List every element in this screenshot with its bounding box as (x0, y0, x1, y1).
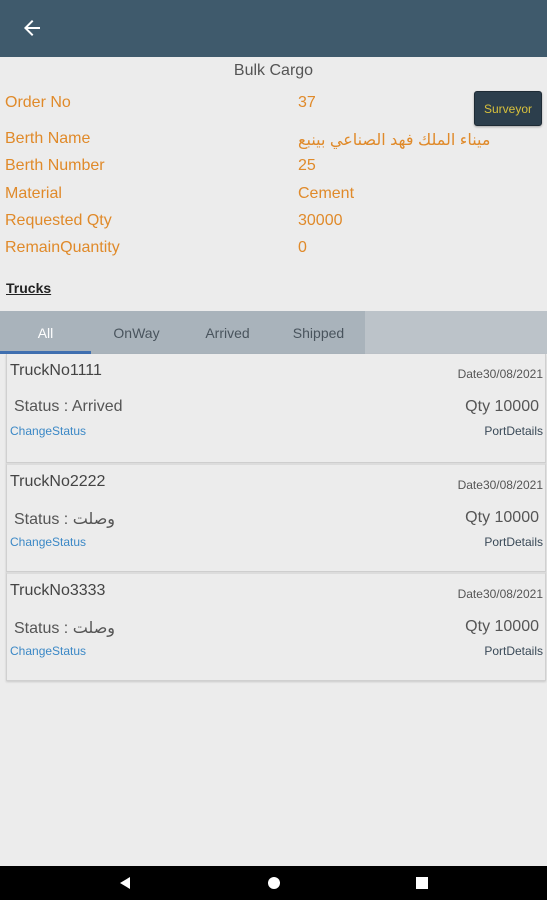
info-label: Berth Number (5, 157, 105, 174)
port-details-link[interactable]: PortDetails (484, 424, 543, 438)
nav-recents-icon[interactable] (414, 875, 430, 891)
info-row-remain-quantity: RemainQuantity 0 (5, 239, 540, 263)
surveyor-button[interactable]: Surveyor (474, 91, 542, 126)
back-arrow-icon[interactable] (20, 16, 44, 40)
info-label: Berth Name (5, 130, 91, 147)
change-status-link[interactable]: ChangeStatus (10, 424, 86, 438)
system-nav-bar (0, 866, 547, 900)
info-label: RemainQuantity (5, 239, 120, 256)
page-title: Bulk Cargo (233, 62, 314, 79)
tab-arrived[interactable]: Arrived (182, 311, 273, 354)
info-value: 25 (298, 157, 316, 174)
info-value: ميناء الملك فهد الصناعي بينبع (298, 132, 491, 149)
info-row-requested-qty: Requested Qty 30000 (5, 212, 540, 236)
trucks-section-title: Trucks (6, 280, 52, 296)
info-value: Cement (298, 185, 355, 202)
info-row-order-no: Order No 37 (5, 94, 540, 118)
port-details-link[interactable]: PortDetails (484, 535, 543, 549)
info-label: Requested Qty (5, 212, 112, 229)
change-status-link[interactable]: ChangeStatus (10, 535, 86, 549)
truck-qty: Qty 10000 (465, 618, 539, 635)
tab-all[interactable]: All (0, 311, 91, 354)
truck-card: TruckNo2222 Date30/08/2021 Status : وصلت… (6, 463, 546, 572)
truck-status: Status : Arrived (14, 398, 123, 415)
app-bar (0, 0, 547, 57)
truck-list: TruckNo1111 Date30/08/2021 Status : Arri… (6, 354, 546, 681)
truck-number: TruckNo3333 (10, 582, 106, 599)
tab-shipped[interactable]: Shipped (273, 311, 364, 354)
truck-card: TruckNo1111 Date30/08/2021 Status : Arri… (6, 354, 546, 463)
info-label: Material (5, 185, 62, 202)
tab-bar: All OnWay Arrived Shipped (0, 311, 547, 354)
info-label: Order No (5, 94, 71, 111)
change-status-link[interactable]: ChangeStatus (10, 644, 86, 658)
info-row-berth-name: Berth Name ميناء الملك فهد الصناعي بينبع (5, 130, 540, 154)
truck-card: TruckNo3333 Date30/08/2021 Status : وصلت… (6, 572, 546, 681)
nav-home-icon[interactable] (266, 875, 282, 891)
nav-back-icon[interactable] (117, 875, 133, 891)
truck-date: Date30/08/2021 (457, 367, 543, 381)
info-value: 30000 (298, 212, 343, 229)
tab-onway[interactable]: OnWay (91, 311, 182, 354)
info-row-berth-number: Berth Number 25 (5, 157, 540, 181)
info-row-material: Material Cement (5, 185, 540, 209)
truck-qty: Qty 10000 (465, 509, 539, 526)
truck-number: TruckNo1111 (10, 362, 102, 379)
tabs: All OnWay Arrived Shipped (0, 311, 365, 354)
truck-qty: Qty 10000 (465, 398, 539, 415)
truck-status: Status : وصلت (14, 620, 116, 637)
port-details-link[interactable]: PortDetails (484, 644, 543, 658)
truck-number: TruckNo2222 (10, 473, 106, 490)
truck-date: Date30/08/2021 (457, 587, 543, 601)
info-value: 37 (298, 94, 316, 111)
truck-date: Date30/08/2021 (457, 478, 543, 492)
truck-status: Status : وصلت (14, 511, 116, 528)
info-value: 0 (298, 239, 307, 256)
